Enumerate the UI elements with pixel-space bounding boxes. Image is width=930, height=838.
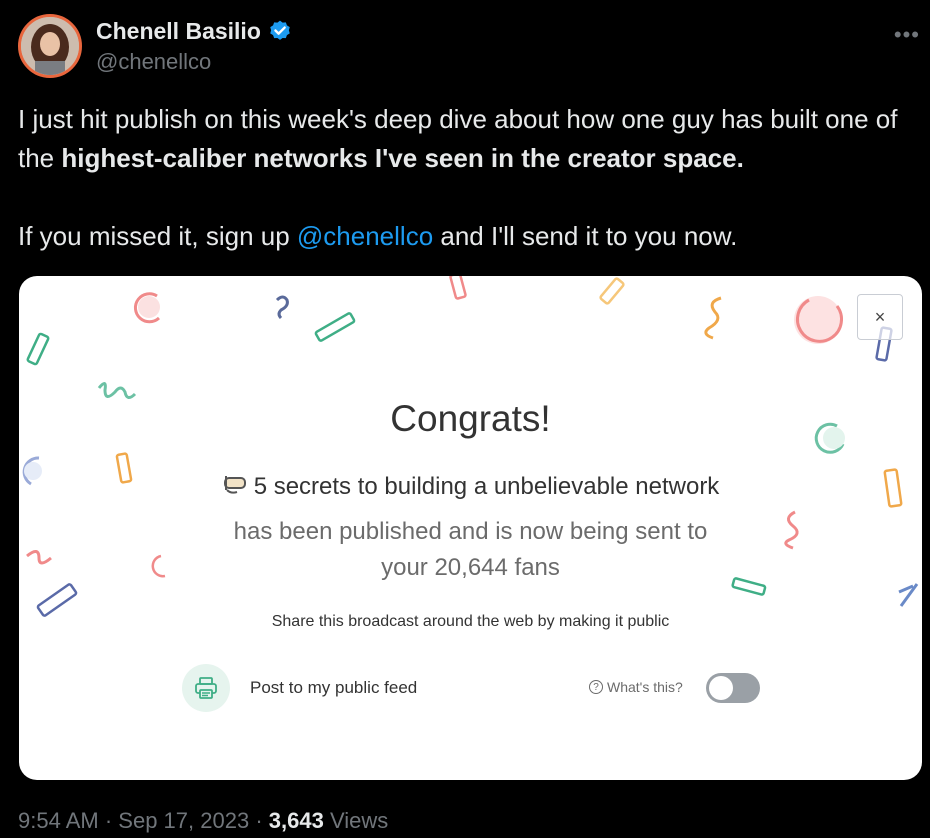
congrats-heading: Congrats!	[390, 398, 551, 439]
tweet-text-bold: highest-caliber networks I've seen in th…	[61, 143, 744, 173]
tweet-time[interactable]: 9:54 AM	[18, 808, 99, 833]
question-icon: ?	[589, 680, 603, 694]
toggle-knob	[709, 676, 733, 700]
tweet-text: I just hit publish on this week's deep d…	[18, 100, 918, 256]
post-public-feed-label: Post to my public feed	[250, 678, 418, 697]
tweet-date[interactable]: Sep 17, 2023	[118, 808, 249, 833]
mention-link[interactable]: @chenellco	[297, 221, 433, 251]
close-button[interactable]: ×	[857, 294, 903, 340]
author-handle[interactable]: @chenellco	[96, 49, 293, 75]
views-count: 3,643	[268, 808, 324, 833]
broadcast-title: 5 secrets to building a unbelievable net…	[253, 473, 720, 500]
media-card[interactable]: × Congrats! 5 secrets to building a unbe…	[19, 276, 922, 780]
views-label: Views	[329, 808, 389, 833]
snorkel-mask-icon	[222, 472, 248, 502]
broadcast-title-row: 5 secrets to building a unbelievable net…	[19, 472, 922, 502]
tweet-text-before-mention: If you missed it, sign up	[18, 221, 297, 251]
printer-icon	[182, 664, 230, 712]
author-block: Chenell Basilio @chenellco	[96, 18, 293, 75]
more-options-icon[interactable]: •••	[894, 22, 920, 48]
public-feed-toggle[interactable]	[706, 673, 760, 703]
tweet-meta: 9:54 AM · Sep 17, 2023 · 3,643 Views	[18, 808, 389, 833]
published-line-1: has been published and is now being sent…	[233, 518, 708, 545]
author-name[interactable]: Chenell Basilio	[96, 18, 261, 45]
verified-badge-icon	[267, 19, 293, 45]
author-avatar[interactable]	[18, 14, 82, 78]
tweet-text-after-mention: and I'll send it to you now.	[433, 221, 738, 251]
published-line-2: your 20,644 fans	[381, 554, 560, 581]
whats-this-link[interactable]: ? What's this?	[589, 679, 683, 695]
published-message: has been published and is now being sent…	[19, 514, 922, 586]
whats-this-label: What's this?	[607, 679, 683, 695]
share-instructions: Share this broadcast around the web by m…	[271, 613, 670, 630]
